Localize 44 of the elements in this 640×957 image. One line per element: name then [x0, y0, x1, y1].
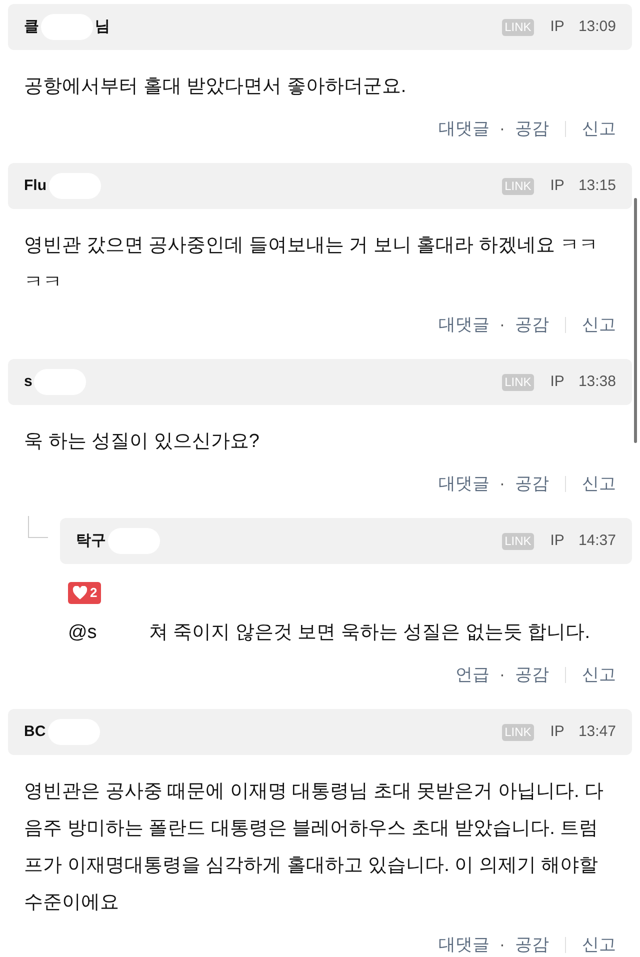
like-link[interactable]: 공감	[515, 932, 549, 957]
comment-text: 영빈관 갔으면 공사중인데 들여보내는 거 보니 홀대라 하겠네요 ㅋㅋㅋㅋ	[24, 234, 600, 295]
comment-time: 13:15	[578, 176, 616, 196]
author-name: 탁구	[76, 528, 162, 554]
comment-text: @s 쳐 죽이지 않은것 보면 욱하는 성질은 없는듯 합니다.	[68, 621, 592, 645]
comment-text: 영빈관은 공사중 때문에 이재명 대통령님 초대 못받은거 아닙니다. 다음주 방미하는 폴란드 대통령은 블레어하우스 초대 받았습니다. 트럼프가 이재명대통령을 심각하게 홀대하고 있습니다. 이 의제기 해야할 수준이에요	[24, 780, 605, 915]
reply-link[interactable]: 대댓글	[438, 116, 490, 142]
comment-time: 13:38	[578, 372, 616, 392]
reply-link[interactable]: 언급	[455, 662, 490, 688]
reply-connector	[28, 516, 48, 538]
report-link[interactable]: 신고	[582, 116, 616, 142]
comment-time: 13:09	[578, 16, 616, 37]
comment-text: 공항에서부터 홀대 받았다면서 좋아하더군요.	[24, 75, 408, 99]
ip-label: IP	[550, 372, 564, 392]
report-link[interactable]: 신고	[582, 471, 616, 497]
heart-icon	[72, 586, 88, 600]
author-name: s	[24, 369, 88, 395]
dot-separator: ·	[499, 664, 505, 686]
like-link[interactable]: 공감	[515, 662, 549, 688]
comment-time: 13:47	[578, 722, 616, 742]
comment-text: 욱 하는 성질이 있으신가요?	[24, 430, 260, 454]
ip-label: IP	[550, 722, 564, 742]
like-link[interactable]: 공감	[515, 471, 549, 497]
like-badge: 2	[68, 582, 102, 604]
like-link[interactable]: 공감	[515, 116, 549, 142]
dot-separator: ·	[499, 118, 505, 140]
reply-link[interactable]: 대댓글	[438, 471, 490, 497]
report-link[interactable]: 신고	[582, 932, 616, 957]
dot-separator: ·	[499, 934, 505, 956]
scrollbar-thumb[interactable]	[634, 198, 637, 443]
author-name: 클 님	[24, 14, 110, 40]
comment-time: 14:37	[578, 530, 616, 551]
dot-separator: ·	[499, 473, 505, 496]
author-name: Flu	[24, 173, 102, 199]
ip-label: IP	[550, 176, 564, 196]
report-link[interactable]: 신고	[582, 312, 616, 338]
dot-separator: ·	[499, 314, 505, 336]
ip-label: IP	[550, 530, 564, 551]
ip-label: IP	[550, 16, 564, 37]
reply-link[interactable]: 대댓글	[438, 312, 490, 338]
report-link[interactable]: 신고	[582, 662, 616, 688]
author-name: BC	[24, 719, 102, 745]
reply-link[interactable]: 대댓글	[438, 932, 490, 957]
like-link[interactable]: 공감	[515, 312, 549, 338]
